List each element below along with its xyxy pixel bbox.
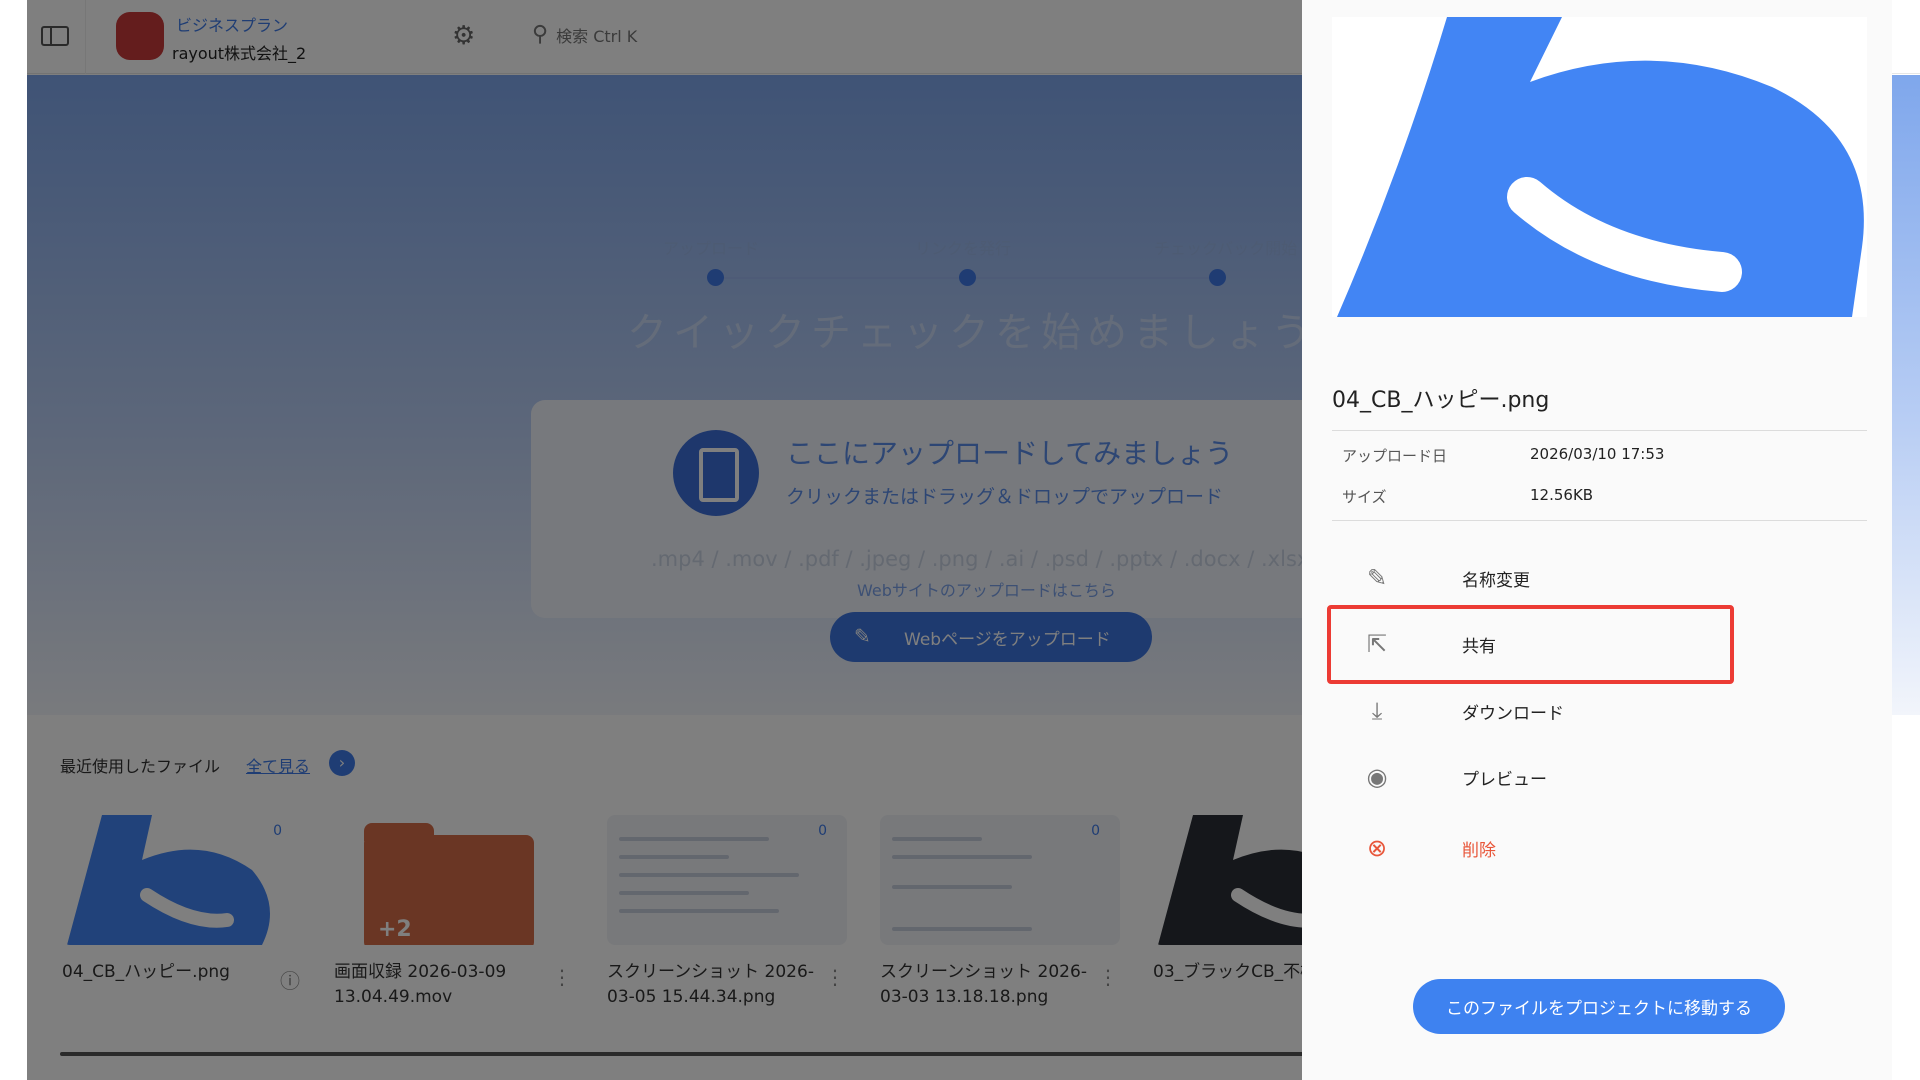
preview-action[interactable]: ◉ プレビュー — [1332, 747, 1867, 807]
divider — [1332, 430, 1867, 431]
preview-label: プレビュー — [1462, 769, 1547, 790]
rename-label: 名称変更 — [1462, 570, 1530, 591]
file-detail-panel: 04_CB_ハッピー.png アップロード日 2026/03/10 17:53 … — [1302, 0, 1892, 1080]
pencil-icon: ✎ — [1366, 564, 1388, 592]
modal-backdrop[interactable] — [27, 0, 1302, 1080]
download-label: ダウンロード — [1462, 703, 1564, 724]
move-to-project-button[interactable]: このファイルをプロジェクトに移動する — [1413, 979, 1785, 1034]
eye-icon: ◉ — [1366, 763, 1388, 791]
upload-date-value: 2026/03/10 17:53 — [1530, 445, 1665, 463]
size-value: 12.56KB — [1530, 486, 1594, 504]
delete-label: 削除 — [1462, 840, 1496, 861]
size-label: サイズ — [1342, 488, 1387, 506]
divider — [1332, 520, 1867, 521]
file-title: 04_CB_ハッピー.png — [1332, 388, 1550, 413]
delete-action[interactable]: ⊗ 削除 — [1332, 818, 1867, 878]
share-highlight-box — [1327, 605, 1734, 684]
upload-date-label: アップロード日 — [1342, 447, 1448, 465]
download-icon: ⤓ — [1371, 697, 1383, 725]
rename-action[interactable]: ✎ 名称変更 — [1332, 548, 1867, 608]
b-logo-preview — [1337, 17, 1864, 317]
download-action[interactable]: ⤓ ダウンロード — [1332, 681, 1867, 741]
file-preview — [1332, 17, 1867, 317]
delete-icon: ⊗ — [1366, 834, 1388, 862]
